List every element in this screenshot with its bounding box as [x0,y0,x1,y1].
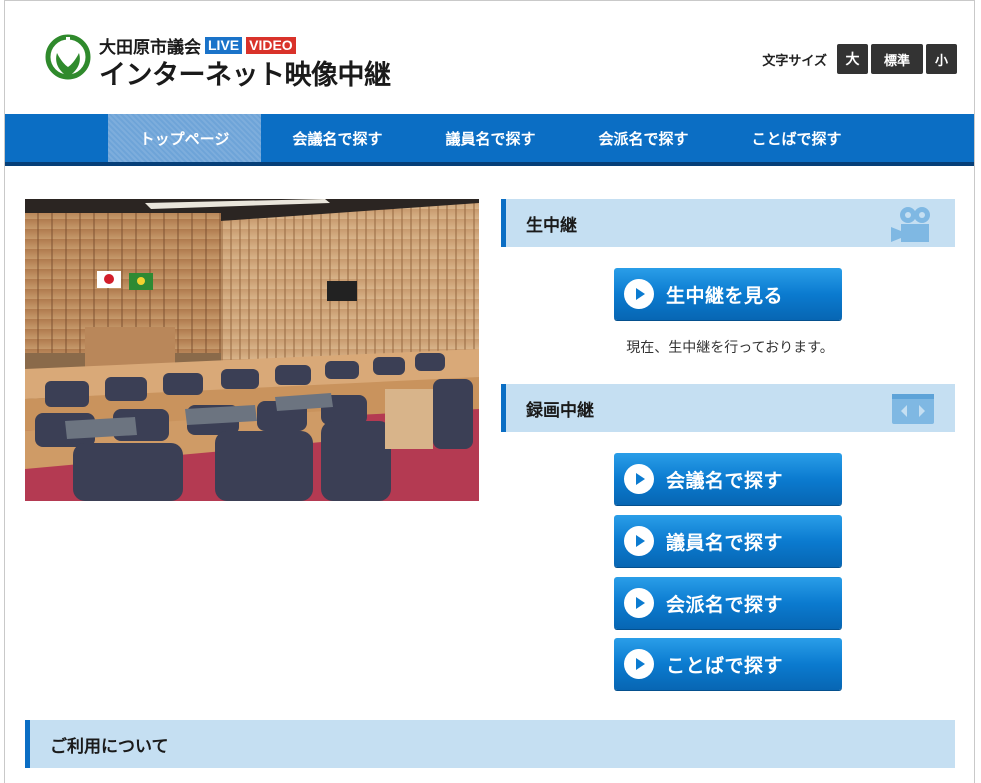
search-by-faction-label: 会派名で探す [666,593,784,616]
usage-info-title: ご利用について [50,736,169,757]
nav-item-search-meeting[interactable]: 会議名で探す [261,114,414,162]
recorded-section-title: 録画中継 [526,400,594,421]
council-chamber-image [25,199,479,501]
video-tape-icon [892,394,934,424]
watch-live-label: 生中継を見る [666,284,784,307]
font-size-large-button[interactable]: 大 [837,44,868,74]
play-icon [624,526,654,556]
search-by-keyword-label: ことばで探す [666,654,784,677]
video-badge: VIDEO [246,37,296,54]
live-section-title: 生中継 [526,215,577,236]
font-size-label: 文字サイズ [762,53,827,69]
nav-item-search-keyword[interactable]: ことばで探す [720,114,873,162]
live-section-header: 生中継 [501,199,955,247]
font-size-switcher: 文字サイズ 大 標準 小 [762,44,957,74]
usage-info-header: ご利用について [25,720,955,768]
watch-live-button[interactable]: 生中継を見る [614,268,842,320]
video-camera-icon [891,207,930,242]
search-by-keyword-button[interactable]: ことばで探す [614,638,842,690]
city-emblem-logo[interactable] [45,33,91,85]
council-chamber-photo [25,199,479,501]
search-by-faction-button[interactable]: 会派名で探す [614,577,842,629]
site-title[interactable]: インターネット映像中継 [99,53,391,92]
nav-item-search-faction[interactable]: 会派名で探す [567,114,720,162]
nav-item-search-member[interactable]: 議員名で探す [414,114,567,162]
play-icon [624,279,654,309]
play-icon [624,588,654,618]
live-badge: LIVE [205,37,243,54]
play-icon [624,464,654,494]
search-by-member-label: 議員名で探す [666,531,784,554]
font-size-small-button[interactable]: 小 [926,44,957,74]
recorded-section-header: 録画中継 [501,384,955,432]
nav-item-top[interactable]: トップページ [108,114,261,162]
search-by-meeting-button[interactable]: 会議名で探す [614,453,842,505]
site-header: 大田原市議会 LIVE VIDEO インターネット映像中継 文字サイズ 大 標準… [5,1,974,114]
live-status-text: 現在、生中継を行っております。 [626,340,834,356]
nav-items: トップページ 会議名で探す 議員名で探す 会派名で探す ことばで探す [108,114,873,162]
page-frame: 大田原市議会 LIVE VIDEO インターネット映像中継 文字サイズ 大 標準… [4,0,975,783]
search-by-member-button[interactable]: 議員名で探す [614,515,842,567]
global-nav: トップページ 会議名で探す 議員名で探す 会派名で探す ことばで探す [5,114,974,166]
play-icon [624,649,654,679]
search-by-meeting-label: 会議名で探す [666,469,784,492]
font-size-standard-button[interactable]: 標準 [871,44,923,74]
